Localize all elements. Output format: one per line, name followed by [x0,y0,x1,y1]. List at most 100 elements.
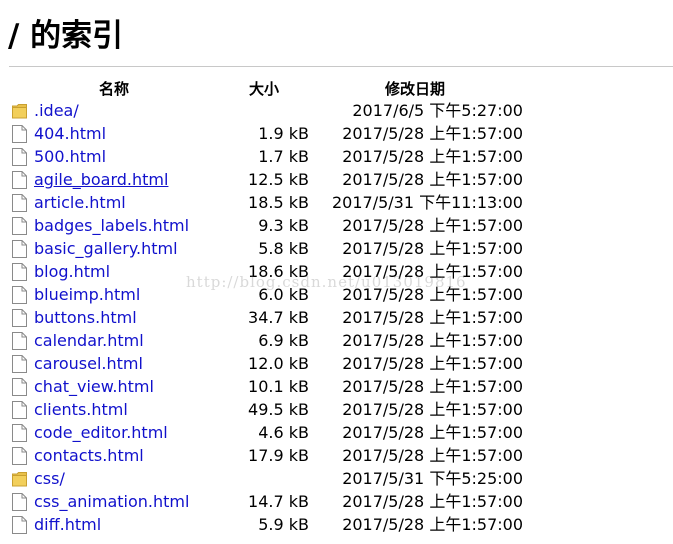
page-title: / 的索引 [8,18,124,54]
file-size: 49.5 kB [248,400,309,419]
file-icon [12,332,27,350]
file-icon [12,148,27,166]
file-link[interactable]: buttons.html [34,308,137,328]
file-link[interactable]: badges_labels.html [34,216,189,236]
file-row: article.html 18.5 kB 2017/5/31 下午11:13:00 [0,192,673,215]
file-size: 18.6 kB [248,262,309,281]
file-size: 1.7 kB [258,147,309,166]
file-modified-date: 2017/5/28 上午1:57:00 [342,262,523,281]
file-modified-date: 2017/6/5 下午5:27:00 [352,101,523,120]
file-modified-date: 2017/5/28 上午1:57:00 [342,492,523,511]
file-link[interactable]: .idea/ [34,101,79,121]
file-size: 5.9 kB [258,515,309,534]
folder-icon [12,470,27,488]
file-modified-date: 2017/5/28 上午1:57:00 [342,147,523,166]
file-modified-date: 2017/5/28 上午1:57:00 [342,170,523,189]
file-modified-date: 2017/5/28 上午1:57:00 [342,377,523,396]
file-row: diff.html 5.9 kB 2017/5/28 上午1:57:00 [0,514,673,537]
file-icon [12,378,27,396]
file-link[interactable]: 500.html [34,147,106,167]
file-row: blueimp.html 6.0 kB 2017/5/28 上午1:57:00 [0,284,673,307]
file-icon [12,240,27,258]
file-row: blog.html 18.6 kB 2017/5/28 上午1:57:00 [0,261,673,284]
file-icon [12,217,27,235]
file-modified-date: 2017/5/28 上午1:57:00 [342,515,523,534]
file-link[interactable]: blog.html [34,262,110,282]
modified-column-header[interactable]: 修改日期 [385,79,445,99]
file-row: 404.html 1.9 kB 2017/5/28 上午1:57:00 [0,123,673,146]
title-divider [9,66,673,67]
file-icon [12,447,27,465]
file-row: calendar.html 6.9 kB 2017/5/28 上午1:57:00 [0,330,673,353]
file-modified-date: 2017/5/28 上午1:57:00 [342,423,523,442]
file-icon [12,516,27,534]
file-row: .idea/2017/6/5 下午5:27:00 [0,100,673,123]
file-modified-date: 2017/5/28 上午1:57:00 [342,285,523,304]
file-link[interactable]: diff.html [34,515,101,535]
file-link[interactable]: chat_view.html [34,377,154,397]
file-modified-date: 2017/5/28 上午1:57:00 [342,331,523,350]
file-modified-date: 2017/5/28 上午1:57:00 [342,308,523,327]
file-link[interactable]: basic_gallery.html [34,239,178,259]
file-size: 10.1 kB [248,377,309,396]
file-size: 6.9 kB [258,331,309,350]
file-row: chat_view.html 10.1 kB 2017/5/28 上午1:57:00 [0,376,673,399]
file-modified-date: 2017/5/28 上午1:57:00 [342,239,523,258]
file-link[interactable]: blueimp.html [34,285,140,305]
file-link[interactable]: article.html [34,193,126,213]
file-icon [12,263,27,281]
file-modified-date: 2017/5/31 下午11:13:00 [332,193,523,212]
file-icon [12,401,27,419]
file-row: 500.html 1.7 kB 2017/5/28 上午1:57:00 [0,146,673,169]
file-row: basic_gallery.html 5.8 kB 2017/5/28 上午1:57… [0,238,673,261]
file-row: badges_labels.html 9.3 kB 2017/5/28 上午1:57… [0,215,673,238]
file-row: css_animation.html 14.7 kB 2017/5/28 上午1:5… [0,491,673,514]
file-row: clients.html 49.5 kB 2017/5/28 上午1:57:00 [0,399,673,422]
file-row: buttons.html 34.7 kB 2017/5/28 上午1:57:00 [0,307,673,330]
file-link[interactable]: code_editor.html [34,423,168,443]
file-size: 4.6 kB [258,423,309,442]
file-size: 1.9 kB [258,124,309,143]
file-modified-date: 2017/5/28 上午1:57:00 [342,216,523,235]
file-modified-date: 2017/5/31 下午5:25:00 [342,469,523,488]
file-size: 34.7 kB [248,308,309,327]
file-size: 5.8 kB [258,239,309,258]
file-icon [12,493,27,511]
file-icon [12,309,27,327]
file-size: 12.0 kB [248,354,309,373]
file-icon [12,171,27,189]
file-size: 18.5 kB [248,193,309,212]
file-link[interactable]: css/ [34,469,65,489]
folder-icon [12,102,27,120]
file-size: 9.3 kB [258,216,309,235]
file-modified-date: 2017/5/28 上午1:57:00 [342,400,523,419]
file-size: 17.9 kB [248,446,309,465]
file-modified-date: 2017/5/28 上午1:57:00 [342,354,523,373]
name-column-header[interactable]: 名称 [99,79,129,99]
file-row: agile_board.html 12.5 kB 2017/5/28 上午1:57:… [0,169,673,192]
listing-header: 名称 大小 修改日期 [0,77,673,100]
file-link[interactable]: 404.html [34,124,106,144]
file-link[interactable]: css_animation.html [34,492,189,512]
file-link[interactable]: calendar.html [34,331,144,351]
file-row: contacts.html 17.9 kB 2017/5/28 上午1:57:00 [0,445,673,468]
file-link[interactable]: agile_board.html [34,170,168,190]
file-modified-date: 2017/5/28 上午1:57:00 [342,446,523,465]
file-row: carousel.html 12.0 kB 2017/5/28 上午1:57:00 [0,353,673,376]
file-row: code_editor.html 4.6 kB 2017/5/28 上午1:57:0… [0,422,673,445]
file-size: 6.0 kB [258,285,309,304]
file-link[interactable]: carousel.html [34,354,143,374]
file-icon [12,355,27,373]
file-size: 14.7 kB [248,492,309,511]
file-modified-date: 2017/5/28 上午1:57:00 [342,124,523,143]
file-row: css/2017/5/31 下午5:25:00 [0,468,673,491]
size-column-header[interactable]: 大小 [249,79,279,99]
file-icon [12,125,27,143]
file-icon [12,424,27,442]
file-listing: 名称 大小 修改日期 .idea/2017/6/5 下午5:27:00 404.h… [0,77,673,537]
file-size: 12.5 kB [248,170,309,189]
file-link[interactable]: clients.html [34,400,128,420]
file-icon [12,194,27,212]
listing-body: .idea/2017/6/5 下午5:27:00 404.html 1.9 kB 20… [0,100,673,537]
file-link[interactable]: contacts.html [34,446,144,466]
